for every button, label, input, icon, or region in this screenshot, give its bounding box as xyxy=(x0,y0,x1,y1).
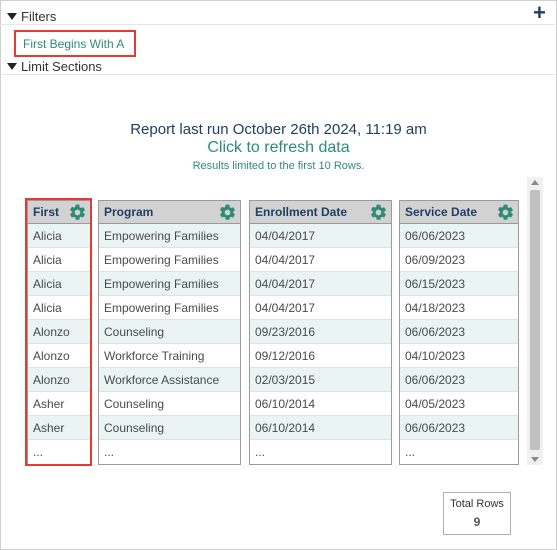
divider xyxy=(0,24,555,25)
refresh-data-link[interactable]: Click to refresh data xyxy=(0,139,557,157)
column-header-label: First xyxy=(33,205,60,219)
table-cell: Asher xyxy=(28,416,90,440)
triangle-down-icon xyxy=(7,62,17,70)
table-cell: 04/18/2023 xyxy=(400,296,518,320)
table-cell: ... xyxy=(405,445,416,459)
table-cell: 06/15/2023 xyxy=(400,272,518,296)
table-cell: Alonzo xyxy=(28,368,90,392)
table-cell: Counseling xyxy=(99,416,240,440)
table-cell: Alicia xyxy=(28,248,90,272)
table-cell: Alonzo xyxy=(28,344,90,368)
table-cell: Asher xyxy=(28,392,90,416)
table-cell: 06/10/2014 xyxy=(250,392,391,416)
triangle-down-icon xyxy=(7,12,17,20)
table-cell: Alicia xyxy=(28,296,90,320)
column-header-label: Enrollment Date xyxy=(255,205,348,219)
column-enrollment-date: Enrollment Date 04/04/2017 04/04/2017 04/04… xyxy=(249,200,392,465)
table-cell: 04/04/2017 xyxy=(250,248,391,272)
table-cell: 09/12/2016 xyxy=(250,344,391,368)
table-cell: Empowering Families xyxy=(99,296,240,320)
total-rows-box: Total Rows 9 xyxy=(443,492,511,535)
column-header[interactable]: Program xyxy=(99,201,240,224)
table-cell: Alonzo xyxy=(28,320,90,344)
table-cell: Counseling xyxy=(99,320,240,344)
scroll-up-icon[interactable] xyxy=(531,180,539,185)
filter-label: First Begins With A xyxy=(23,36,125,51)
gear-icon[interactable] xyxy=(68,203,87,222)
limit-sections-toggle[interactable]: Limit Sections xyxy=(7,58,102,74)
column-service-date: Service Date 06/06/2023 06/09/2023 06/15/20… xyxy=(399,200,519,465)
table-cell: Alicia xyxy=(28,272,90,296)
gear-icon[interactable] xyxy=(218,203,237,222)
table-cell: Alicia xyxy=(28,224,90,248)
filters-label: Filters xyxy=(21,8,57,24)
column-header[interactable]: Enrollment Date xyxy=(250,201,391,224)
table-cell: 02/03/2015 xyxy=(250,368,391,392)
results-limited-note: Results limited to the first 10 Rows. xyxy=(192,160,365,172)
column-header[interactable]: Service Date xyxy=(400,201,518,224)
scroll-down-icon[interactable] xyxy=(531,457,539,462)
gear-icon[interactable] xyxy=(496,203,515,222)
table-cell: 04/04/2017 xyxy=(250,272,391,296)
table-cell: 06/06/2023 xyxy=(400,416,518,440)
filters-toggle[interactable]: Filters xyxy=(7,7,56,25)
limit-sections-label: Limit Sections xyxy=(21,58,102,74)
table-cell: 04/04/2017 xyxy=(250,224,391,248)
column-header[interactable]: First xyxy=(28,201,90,224)
column-header-label: Program xyxy=(104,205,154,219)
vertical-scrollbar[interactable] xyxy=(527,177,543,465)
table-cell: Workforce Training xyxy=(99,344,240,368)
table-cell: Workforce Assistance xyxy=(99,368,240,392)
table-cell: 06/06/2023 xyxy=(400,368,518,392)
table-cell: 06/09/2023 xyxy=(400,248,518,272)
table-cell: 09/23/2016 xyxy=(250,320,391,344)
scrollbar-thumb[interactable] xyxy=(530,190,540,450)
column-first: First Alicia Alicia Alicia Alicia Alonzo Alonz… xyxy=(27,200,91,465)
table-cell: 04/10/2023 xyxy=(400,344,518,368)
table-cell: Empowering Families xyxy=(99,272,240,296)
report-last-run: Report last run October 26th 2024, 11:19… xyxy=(130,121,427,138)
filter-first-begins-with-a[interactable]: First Begins With A xyxy=(14,30,136,57)
divider xyxy=(0,74,555,75)
table-cell: Empowering Families xyxy=(99,224,240,248)
table-cell: 04/05/2023 xyxy=(400,392,518,416)
gear-icon[interactable] xyxy=(369,203,388,222)
total-rows-label: Total Rows xyxy=(450,498,504,510)
table-cell: 04/04/2017 xyxy=(250,296,391,320)
plus-icon[interactable]: + xyxy=(533,2,546,24)
table-cell: 06/10/2014 xyxy=(250,416,391,440)
table-cell: Counseling xyxy=(99,392,240,416)
column-header-label: Service Date xyxy=(405,205,478,219)
table-cell: ... xyxy=(33,445,44,459)
total-rows-value: 9 xyxy=(473,515,481,529)
table-cell: 06/06/2023 xyxy=(400,320,518,344)
column-program: Program Empowering Families Empowering Fam… xyxy=(98,200,241,465)
table-cell: ... xyxy=(255,445,266,459)
table-cell: Empowering Families xyxy=(99,248,240,272)
table-cell: ... xyxy=(104,445,115,459)
table-cell: 06/06/2023 xyxy=(400,224,518,248)
